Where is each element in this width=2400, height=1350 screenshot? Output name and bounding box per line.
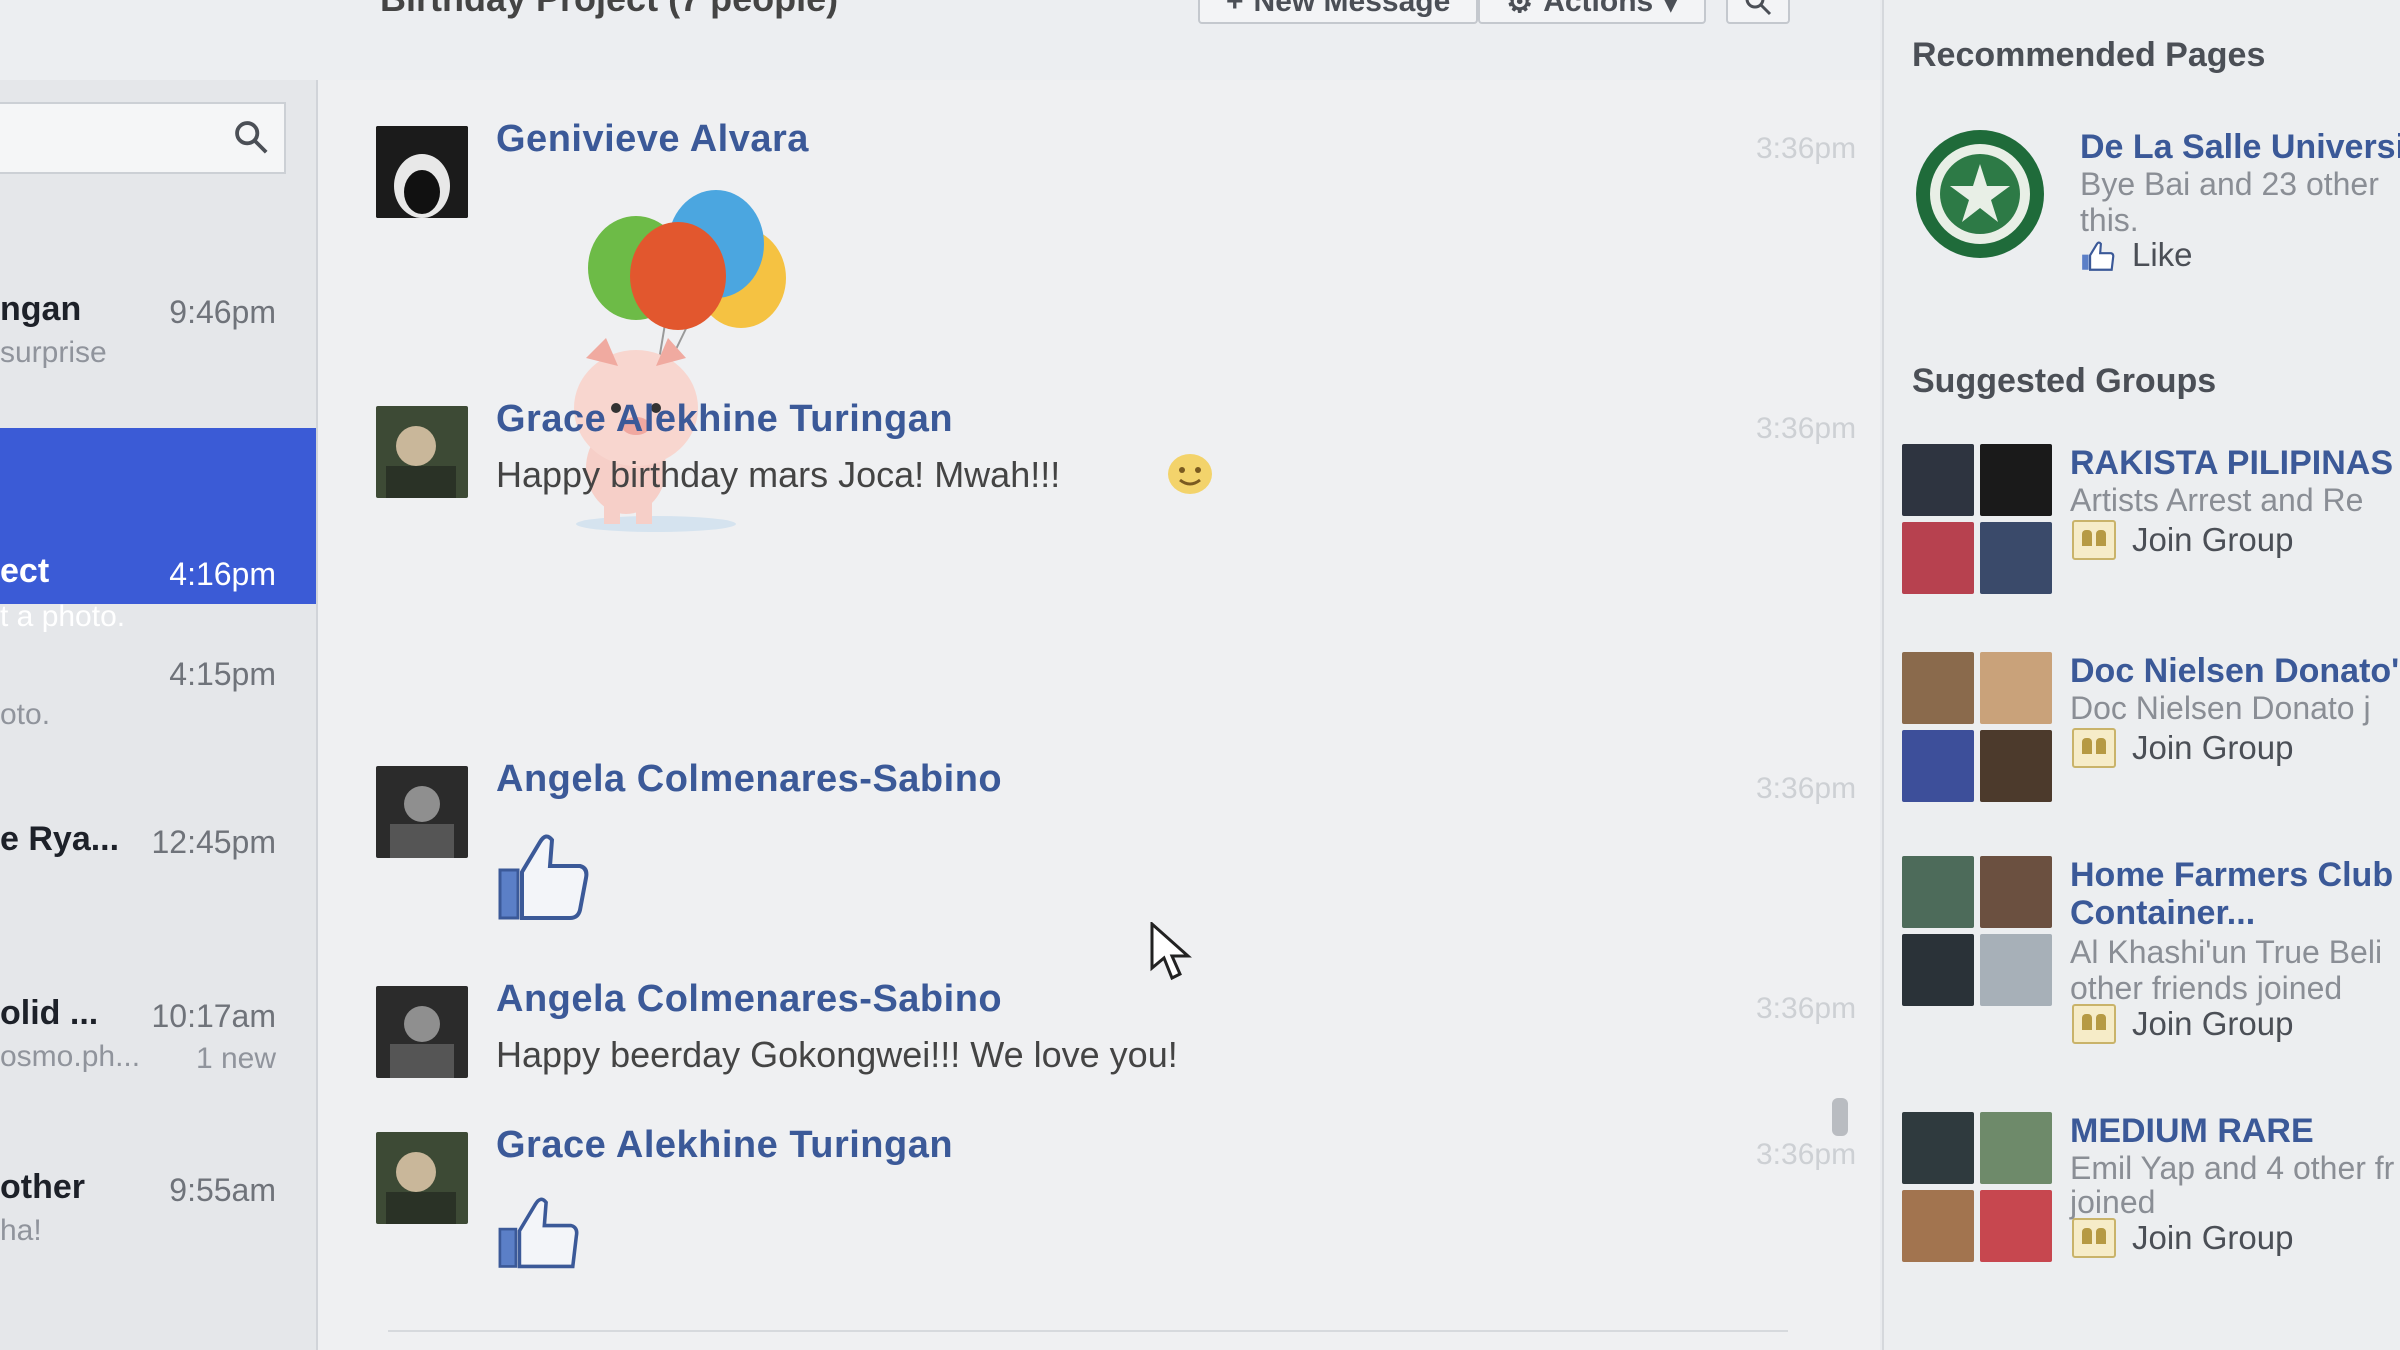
sender-name[interactable]: Angela Colmenares-Sabino [496,978,1002,1021]
group-icon [2072,520,2116,560]
group-name[interactable]: RAKISTA PILIPINAS [2070,444,2393,483]
group-icon [2072,1218,2116,1258]
thumbs-up-icon [498,834,589,920]
page-sub-2: this. [2080,202,2139,238]
thread-item[interactable]: oto. 4:15pm [0,652,316,828]
page-sub: Bye Bai and 23 other [2080,166,2379,202]
join-group-label: Join Group [2132,729,2294,766]
thread-name: ect [0,552,50,590]
thread-unread-count: 1 new [195,1042,276,1075]
group-icon [2072,728,2116,768]
thread-search-input[interactable] [0,102,286,174]
thread-snippet: osmo.ph... [0,1040,141,1073]
message-text: Happy birthday mars Joca! Mwah!!! [496,454,1061,495]
join-group-label: Join Group [2132,521,2294,558]
thumbs-up-icon [498,1197,579,1269]
message-time: 3:36pm [1756,1138,1857,1171]
avatar[interactable] [376,126,468,218]
thumbs-up-icon [2082,241,2115,271]
actions-button[interactable]: ⚙ Actions ▾ [1478,0,1707,24]
thread-time: 10:17am [151,998,276,1034]
new-message-label: New Message [1253,0,1451,18]
avatar[interactable] [376,986,468,1078]
join-group-button[interactable]: Join Group [2072,728,2293,768]
group-thumbnails[interactable] [1902,652,2052,802]
recommended-pages-heading: Recommended Pages [1912,36,2266,74]
message-time: 3:36pm [1756,132,1857,165]
join-group-label: Join Group [2132,1005,2294,1042]
group-thumbnails[interactable] [1902,1112,2052,1262]
sender-name[interactable]: Grace Alekhine Turingan [496,398,953,441]
thread-item[interactable]: olid ... osmo.ph... 10:17am 1 new [0,994,316,1170]
actions-label: Actions [1543,0,1654,18]
group-sub: Artists Arrest and Re [2070,482,2364,518]
thread-snippet: ha! [0,1214,42,1247]
thread-list: ngan surprise 9:46pm ect t a photo. 4:16… [0,80,318,1350]
mouse-cursor-icon [1150,922,1192,981]
group-sub: Al Khashi'un True Beli [2070,934,2383,970]
group-sub-2: other friends joined [2070,970,2343,1006]
thread-time: 12:45pm [151,824,276,860]
thread-time: 4:16pm [169,556,276,592]
like-page-button[interactable]: Like [2080,236,2193,274]
thread-item-selected[interactable]: ect t a photo. 4:16pm [0,428,316,633]
right-sidebar: Recommended Pages De La Salle Universi B… [1882,0,2400,1350]
group-sub: Doc Nielsen Donato j [2070,690,2371,726]
gear-icon: ⚙ [1506,0,1534,19]
thread-time: 4:15pm [169,656,276,692]
message-time: 3:36pm [1756,992,1857,1025]
conversation-pane: Genivieve Alvara 3:36pm Grace Alekhine T… [318,80,1880,1350]
new-message-button[interactable]: + New Message [1198,0,1479,24]
plus-icon: + [1226,0,1244,18]
group-name[interactable]: Doc Nielsen Donato's [2070,652,2400,691]
group-name[interactable]: Home Farmers Club ( [2070,856,2400,895]
thread-snippet: t a photo. [0,600,126,633]
group-sub-2: joined [2070,1184,2156,1220]
thread-name: olid ... [0,994,99,1032]
join-group-button[interactable]: Join Group [2072,520,2293,560]
like-label: Like [2132,236,2193,273]
search-icon [235,121,268,154]
join-group-button[interactable]: Join Group [2072,1218,2293,1258]
smiley-emoji-icon [1168,454,1212,494]
group-sub: Emil Yap and 4 other fr [2070,1150,2395,1186]
page-logo-icon[interactable] [1914,128,2046,260]
conversation-search-button[interactable] [1726,0,1791,24]
conversation-title: Birthday Project (7 people) [380,0,838,20]
group-icon [2072,1004,2116,1044]
thread-snippet: surprise [0,336,107,369]
thread-snippet: oto. [0,698,51,731]
sender-name[interactable]: Grace Alekhine Turingan [496,1124,953,1167]
suggested-groups-heading: Suggested Groups [1912,362,2217,400]
join-group-label: Join Group [2132,1219,2294,1256]
thread-item[interactable]: other ha! 9:55am [0,1168,316,1344]
group-thumbnails[interactable] [1902,444,2052,594]
header-toolbar: + New Message ⚙ Actions ▾ [1198,0,1791,24]
group-name[interactable]: MEDIUM RARE [2070,1112,2314,1151]
message-text: Happy beerday Gokongwei!!! We love you! [496,1034,1178,1075]
avatar[interactable] [376,406,468,498]
avatar[interactable] [376,766,468,858]
page-name[interactable]: De La Salle Universi [2080,128,2400,167]
composer-divider [388,1330,1788,1332]
chevron-down-icon: ▾ [1663,0,1679,19]
group-thumbnails[interactable] [1902,856,2052,1006]
avatar[interactable] [376,1132,468,1224]
thread-name: ngan [0,290,82,328]
thread-name: other [0,1168,85,1206]
thread-time: 9:55am [169,1172,276,1208]
message-time: 3:36pm [1756,772,1857,805]
search-icon [1745,0,1772,16]
sender-name[interactable]: Angela Colmenares-Sabino [496,758,1002,801]
join-group-button[interactable]: Join Group [2072,1004,2293,1044]
thread-item[interactable]: e Rya... 12:45pm [0,820,316,996]
thread-name: e Rya... [0,820,120,858]
group-name-line-2[interactable]: Container... [2070,894,2255,933]
thread-time: 9:46pm [169,294,276,330]
scrollbar-thumb[interactable] [1832,1098,1848,1136]
sender-name[interactable]: Genivieve Alvara [496,118,809,161]
message-time: 3:36pm [1756,412,1857,445]
conversation-header: Birthday Project (7 people) + New Messag… [0,0,1880,82]
